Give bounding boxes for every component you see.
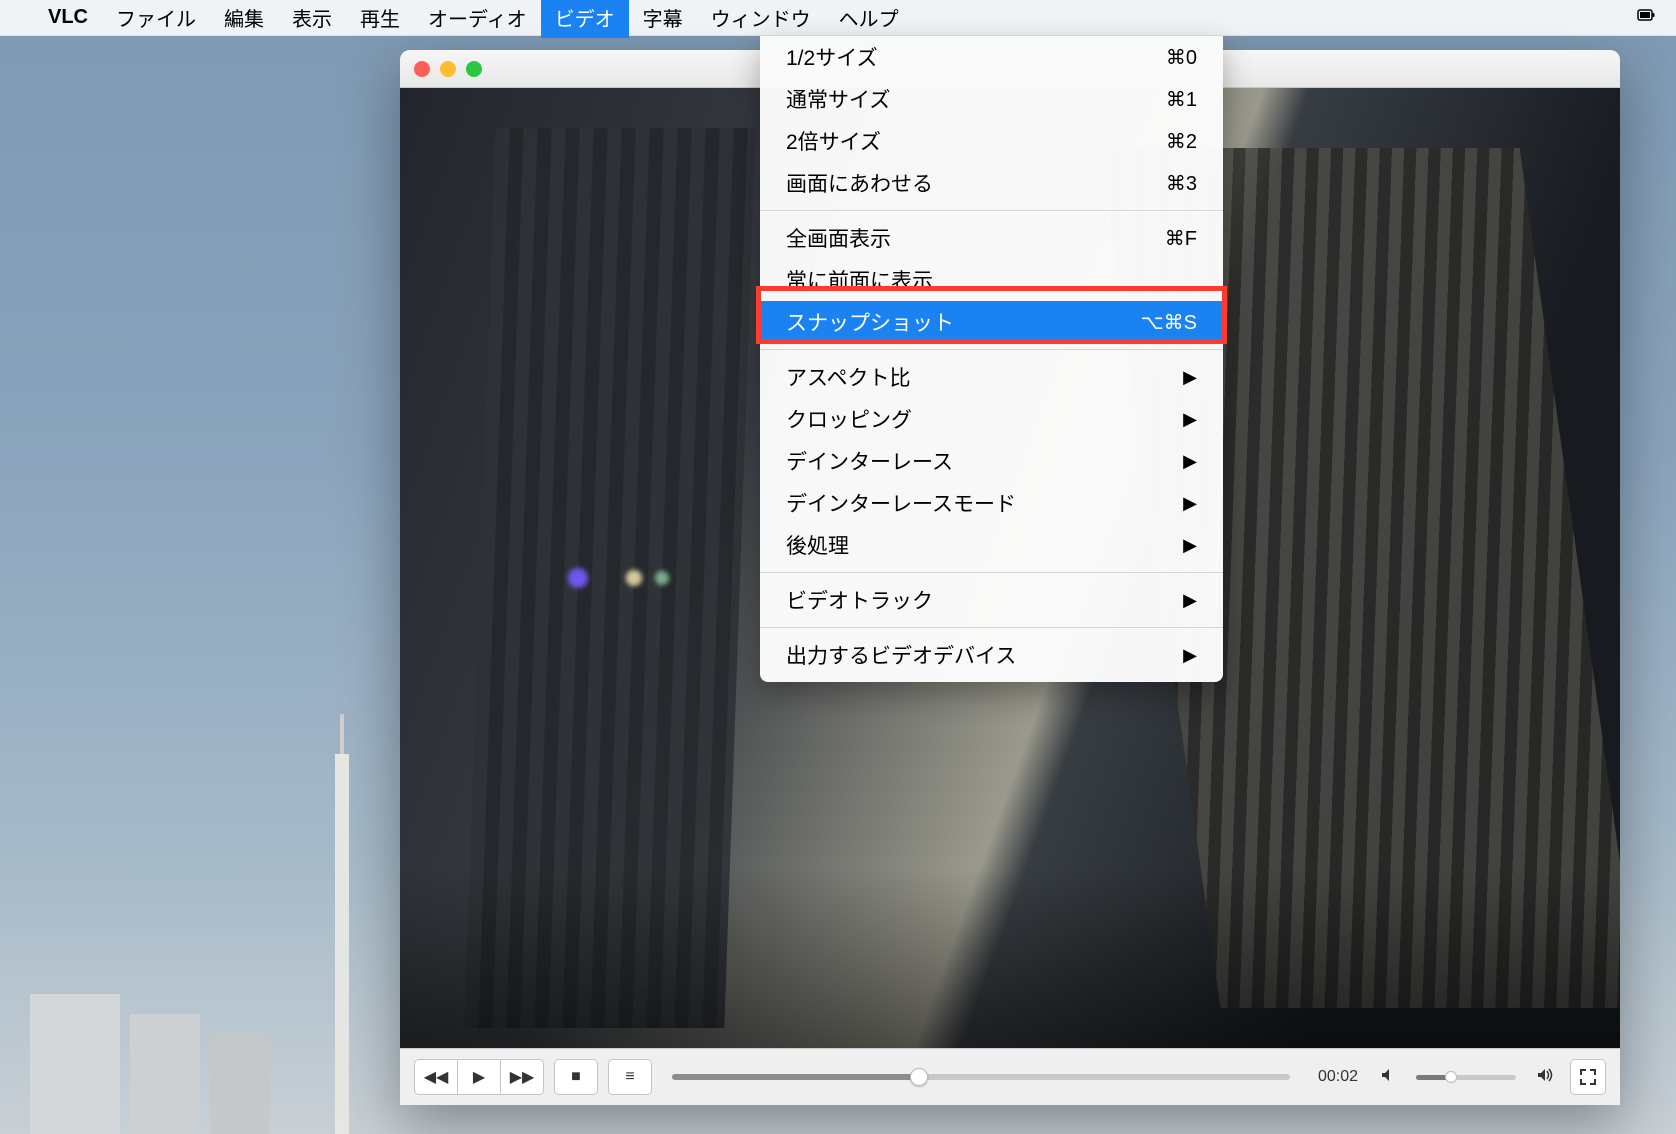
menu-item-通常サイズ[interactable]: 通常サイズ ⌘1 [760, 78, 1223, 120]
menu-item-アスペクト比[interactable]: アスペクト比 ▶ [760, 356, 1223, 398]
menu-item-画面にあわせる[interactable]: 画面にあわせる ⌘3 [760, 162, 1223, 204]
elapsed-time[interactable]: 00:02 [1310, 1068, 1366, 1086]
menu-item-常に前面に表示[interactable]: 常に前面に表示 [760, 259, 1223, 301]
menu-item-label: 通常サイズ [786, 84, 890, 114]
submenu-arrow-icon: ▶ [1183, 535, 1197, 556]
submenu-arrow-icon: ▶ [1183, 409, 1197, 430]
menu-item-label: 常に前面に表示 [786, 265, 933, 295]
menu-item-後処理[interactable]: 後処理 ▶ [760, 524, 1223, 566]
menu-separator [760, 210, 1223, 211]
menu-item-label: クロッピング [786, 404, 912, 434]
playlist-button[interactable]: ≡ [608, 1059, 652, 1095]
submenu-arrow-icon: ▶ [1183, 451, 1197, 472]
volume-low-icon[interactable] [1376, 1067, 1400, 1088]
battery-icon[interactable] [1636, 5, 1656, 31]
stop-button[interactable]: ■ [554, 1059, 598, 1095]
submenu-arrow-icon: ▶ [1183, 367, 1197, 388]
playback-group: ◀◀ ▶ ▶▶ [414, 1059, 544, 1095]
player-controls: ◀◀ ▶ ▶▶ ■ ≡ 00:02 [400, 1048, 1620, 1105]
menu-video[interactable]: ビデオ [541, 0, 629, 38]
menu-item-クロッピング[interactable]: クロッピング ▶ [760, 398, 1223, 440]
menu-item-label: 1/2サイズ [786, 42, 878, 72]
menu-audio[interactable]: オーディオ [414, 0, 541, 38]
volume-high-icon[interactable] [1532, 1067, 1560, 1088]
menu-item-label: アスペクト比 [786, 362, 911, 392]
menu-item-label: ビデオトラック [786, 585, 933, 615]
menu-item-スナップショット[interactable]: スナップショット ⌥⌘S [760, 301, 1223, 343]
menu-item-デインターレースモード[interactable]: デインターレースモード ▶ [760, 482, 1223, 524]
rewind-button[interactable]: ◀◀ [414, 1059, 458, 1095]
menu-file[interactable]: ファイル [102, 0, 210, 38]
menu-app-name[interactable]: VLC [34, 6, 102, 29]
menu-separator [760, 349, 1223, 350]
menu-item-shortcut: ⌘0 [1166, 45, 1197, 70]
menu-separator [760, 572, 1223, 573]
menu-playback[interactable]: 再生 [346, 0, 414, 38]
menu-item-shortcut: ⌘1 [1166, 87, 1197, 112]
menu-item-label: 出力するビデオデバイス [786, 640, 1016, 670]
menu-item-デインターレース[interactable]: デインターレース ▶ [760, 440, 1223, 482]
menu-window[interactable]: ウィンドウ [697, 0, 825, 38]
menu-item-label: 2倍サイズ [786, 126, 881, 156]
minimize-window-icon[interactable] [440, 61, 456, 77]
seek-slider[interactable] [672, 1074, 1290, 1080]
maximize-window-icon[interactable] [466, 61, 482, 77]
menu-item-shortcut: ⌥⌘S [1141, 310, 1197, 335]
menu-item-label: スナップショット [786, 307, 954, 337]
submenu-arrow-icon: ▶ [1183, 590, 1197, 611]
forward-button[interactable]: ▶▶ [500, 1059, 544, 1095]
volume-slider[interactable] [1416, 1075, 1516, 1080]
menu-item-label: 全画面表示 [786, 223, 891, 253]
menu-item-出力するビデオデバイス[interactable]: 出力するビデオデバイス ▶ [760, 634, 1223, 676]
fullscreen-button[interactable] [1570, 1059, 1606, 1095]
menu-item-shortcut: ⌘F [1165, 226, 1197, 251]
seek-thumb[interactable] [910, 1068, 928, 1086]
macos-menubar: VLC ファイル 編集 表示 再生 オーディオ ビデオ 字幕 ウィンドウ ヘルプ [0, 0, 1676, 36]
bg-buildings [0, 834, 350, 1134]
menu-item-shortcut: ⌘2 [1166, 129, 1197, 154]
submenu-arrow-icon: ▶ [1183, 645, 1197, 666]
volume-thumb[interactable] [1445, 1071, 1457, 1083]
menu-item-label: 後処理 [786, 530, 849, 560]
traffic-lights [414, 61, 482, 77]
submenu-arrow-icon: ▶ [1183, 493, 1197, 514]
menu-item-label: 画面にあわせる [786, 168, 933, 198]
seek-progress [672, 1074, 919, 1080]
menu-item-shortcut: ⌘3 [1166, 171, 1197, 196]
menu-separator [760, 627, 1223, 628]
menu-item-ビデオトラック[interactable]: ビデオトラック ▶ [760, 579, 1223, 621]
menu-item-label: デインターレース [786, 446, 953, 476]
menu-edit[interactable]: 編集 [210, 0, 278, 38]
menu-subtitles[interactable]: 字幕 [629, 0, 697, 38]
play-button[interactable]: ▶ [457, 1059, 501, 1095]
menu-help[interactable]: ヘルプ [825, 0, 913, 38]
menu-item-全画面表示[interactable]: 全画面表示 ⌘F [760, 217, 1223, 259]
menu-item-2倍サイズ[interactable]: 2倍サイズ ⌘2 [760, 120, 1223, 162]
menu-view[interactable]: 表示 [278, 0, 346, 38]
menu-item-label: デインターレースモード [786, 488, 1016, 518]
video-menu-dropdown: 1/2サイズ ⌘0 通常サイズ ⌘1 2倍サイズ ⌘2 画面にあわせる ⌘3 全画面表示 ⌘F 常に… [760, 36, 1223, 682]
menu-item-1/2サイズ[interactable]: 1/2サイズ ⌘0 [760, 36, 1223, 78]
close-window-icon[interactable] [414, 61, 430, 77]
